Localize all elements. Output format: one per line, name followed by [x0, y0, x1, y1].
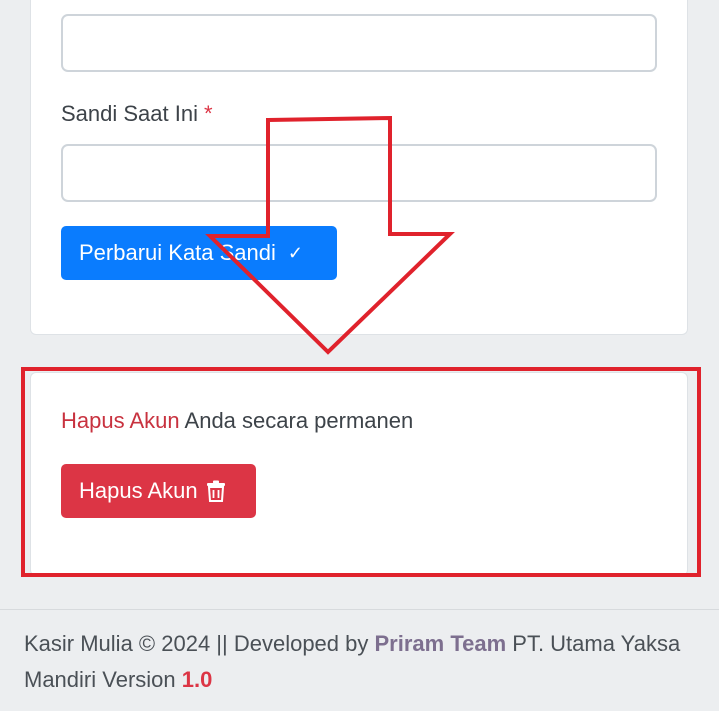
footer-prefix: Kasir Mulia © 2024 || Developed by — [24, 631, 375, 656]
new-password-confirm-field[interactable] — [61, 14, 657, 72]
current-password-label-text: Sandi Saat Ini — [61, 101, 198, 126]
trash-icon — [206, 480, 226, 502]
current-password-field[interactable] — [61, 144, 657, 202]
current-password-label: Sandi Saat Ini * — [61, 100, 213, 128]
delete-account-description: Hapus Akun Anda secara permanen — [61, 407, 413, 435]
check-icon: ✓ — [287, 242, 303, 263]
required-marker: * — [203, 101, 213, 126]
footer-team-link[interactable]: Priram Team — [375, 631, 507, 656]
footer: Kasir Mulia © 2024 || Developed by Prira… — [24, 626, 704, 698]
footer-divider — [0, 609, 719, 610]
footer-version: 1.0 — [181, 667, 213, 692]
delete-account-button[interactable]: Hapus Akun — [61, 464, 256, 518]
update-password-button-label: Perbarui Kata Sandi — [79, 240, 276, 265]
page: Sandi Saat Ini * Perbarui Kata Sandi ✓ Ha… — [0, 0, 719, 711]
update-password-button[interactable]: Perbarui Kata Sandi ✓ — [61, 226, 337, 280]
delete-account-highlight: Hapus Akun — [61, 408, 180, 433]
delete-account-description-rest: Anda secara permanen — [179, 408, 414, 433]
delete-account-button-label: Hapus Akun — [79, 478, 198, 503]
